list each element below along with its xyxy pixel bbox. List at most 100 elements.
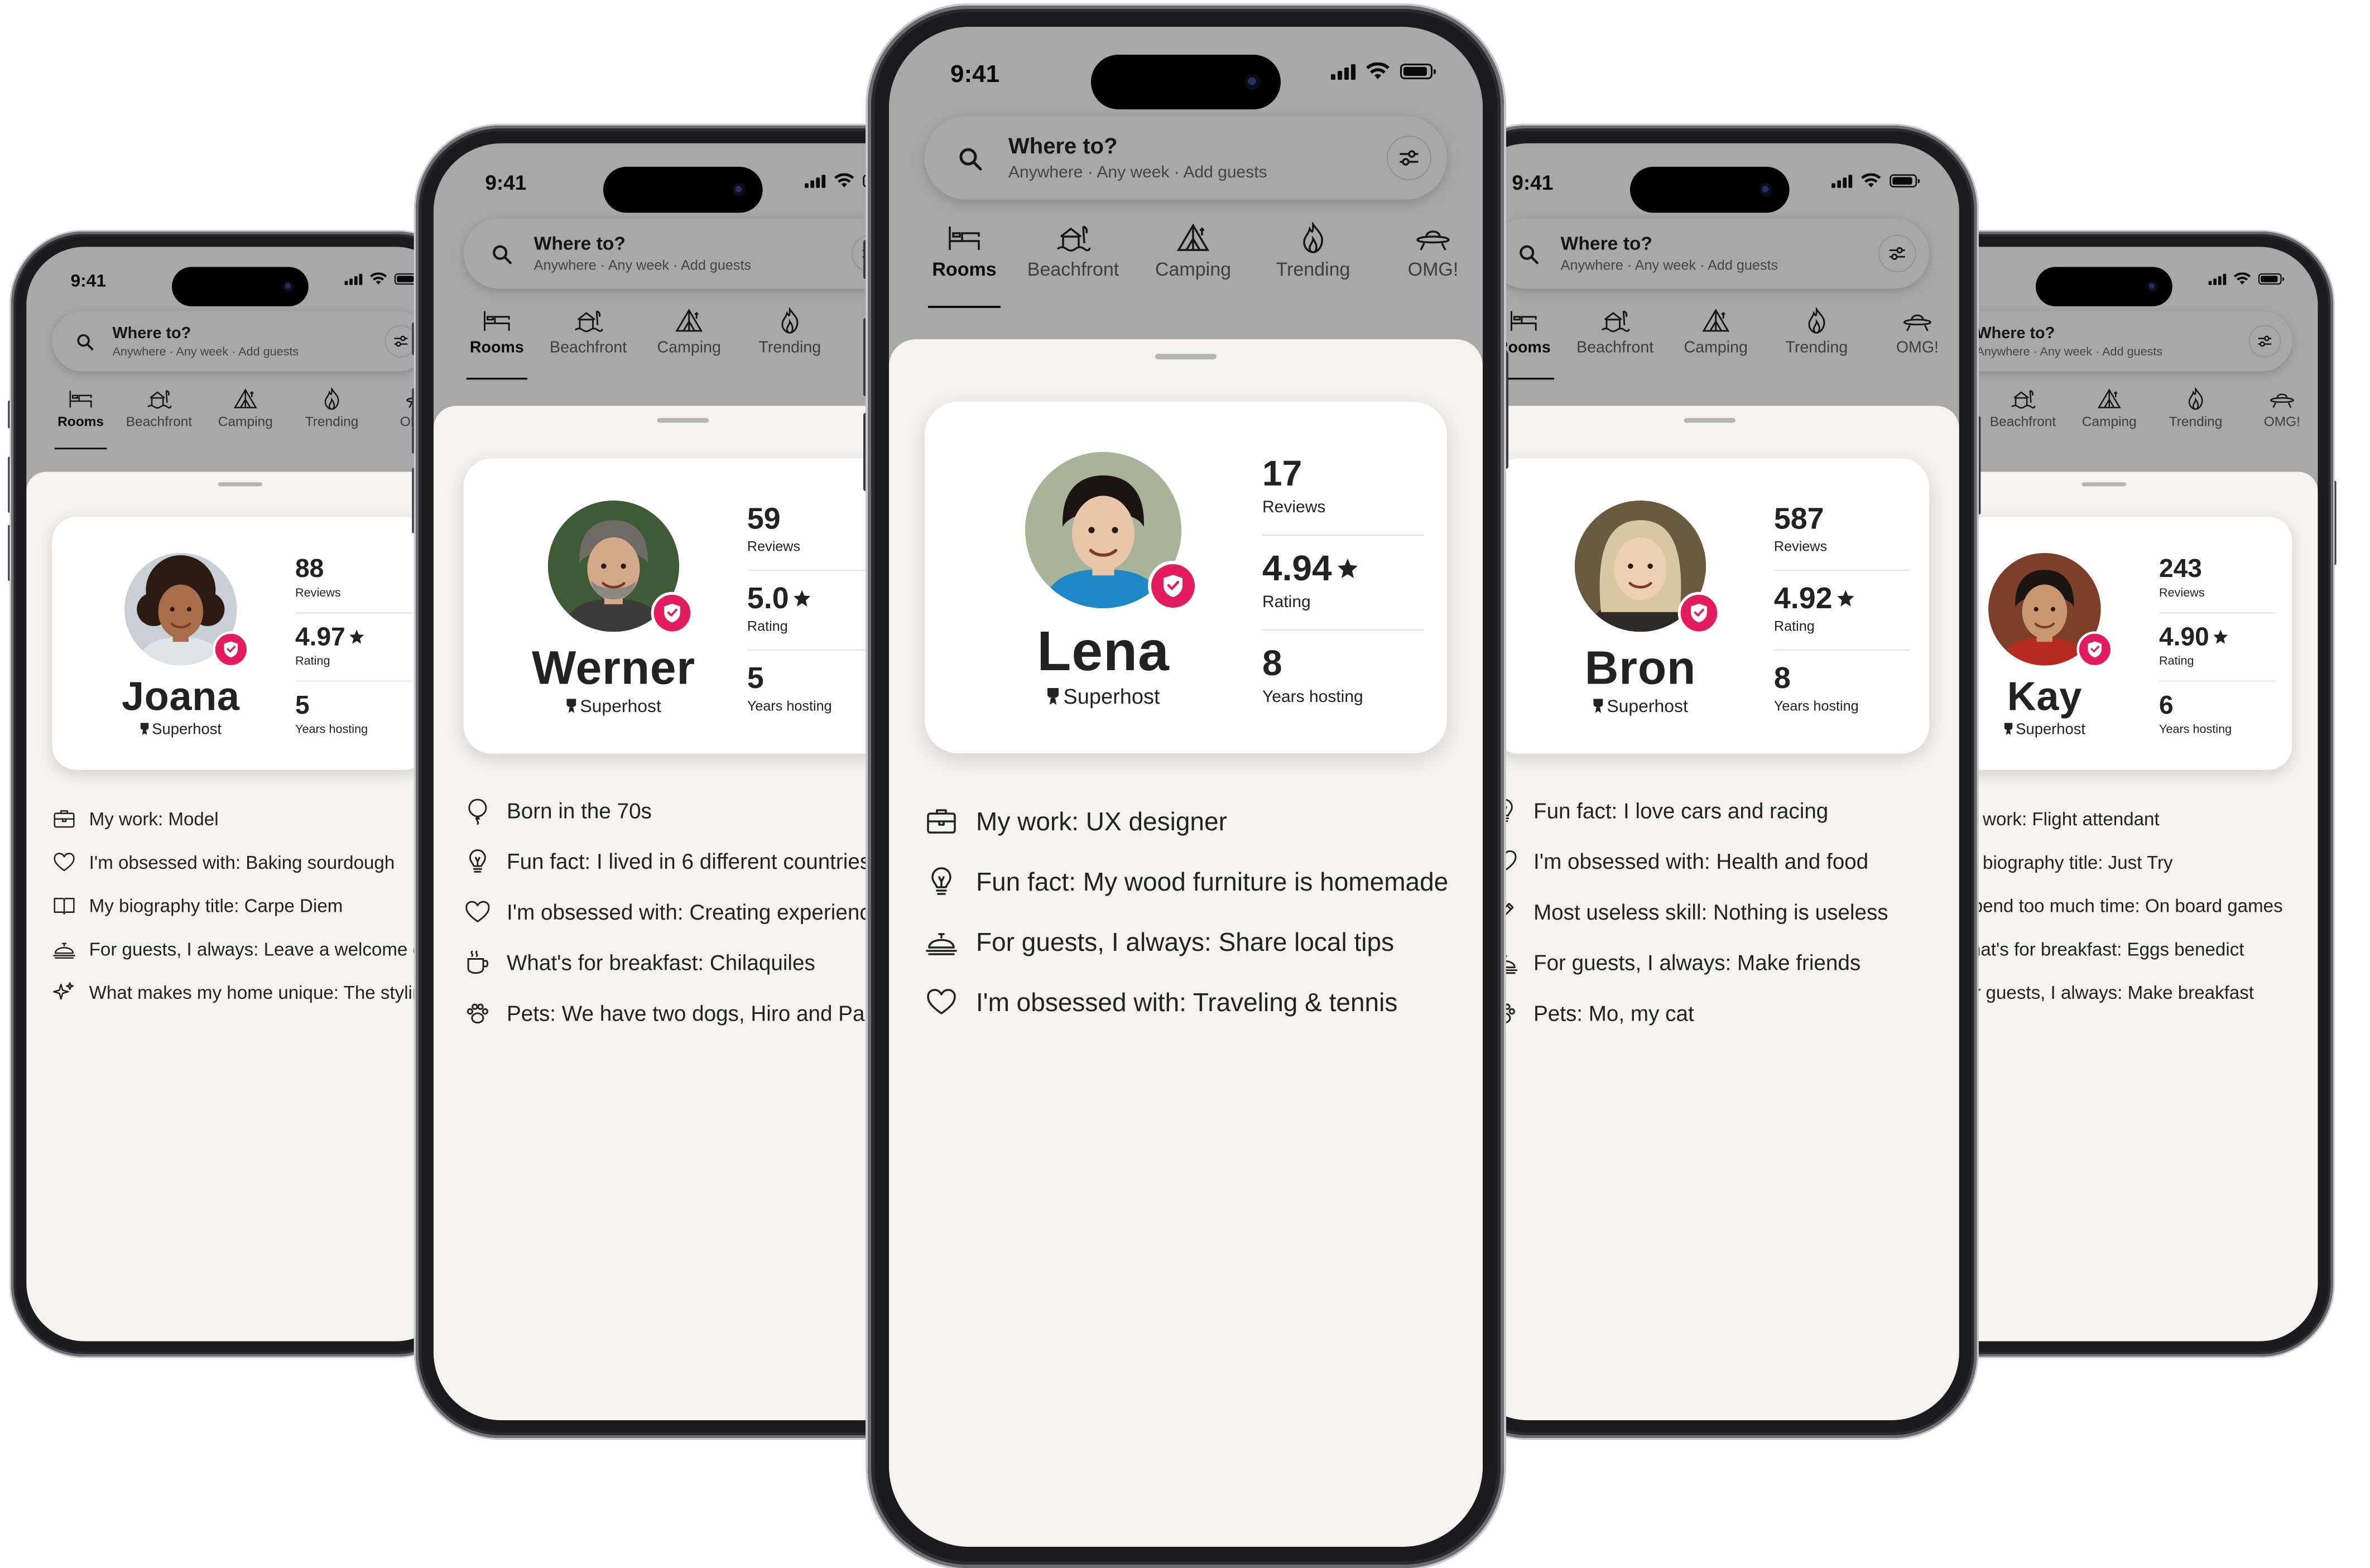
wifi-icon <box>834 173 854 187</box>
category-tab-trending[interactable]: Trending <box>2161 387 2229 430</box>
category-tab-camping[interactable]: Camping <box>2075 387 2143 430</box>
filters-button[interactable] <box>2248 325 2281 358</box>
category-tab-beachfront[interactable]: Beachfront <box>1989 387 2057 430</box>
category-tab-trending[interactable]: Trending <box>297 387 366 430</box>
search-title: Where to? <box>112 324 191 342</box>
phone-mockup-bron: 9:41 Where to? Anywhere · Any week · Add… <box>1439 126 1981 1438</box>
flame-icon <box>324 387 339 410</box>
search-bar[interactable]: Where to? Anywhere · Any week · Add gues… <box>463 218 902 289</box>
stat-value: 4.94 <box>1262 548 1424 588</box>
battery-icon <box>1400 64 1436 79</box>
host-fact-text: My work: Model <box>89 808 219 830</box>
host-fact-item: What's for breakfast: Chilaquiles <box>464 937 914 988</box>
host-fact-text: I'm obsessed with: Traveling & tennis <box>976 988 1398 1017</box>
filters-button[interactable] <box>1387 136 1431 180</box>
phone-screen: 9:41 <box>889 27 1483 1547</box>
search-bar[interactable]: Where to? Anywhere · Any week · Add gues… <box>52 311 429 372</box>
category-tab-rooms[interactable]: Rooms <box>917 222 1012 308</box>
camping-icon <box>233 388 257 408</box>
wifi-icon <box>1861 173 1881 187</box>
category-label: Rooms <box>57 413 104 430</box>
cellular-signal-icon <box>2208 273 2227 285</box>
beachfront-icon <box>574 310 603 333</box>
shield-icon <box>664 603 680 623</box>
host-fact-text: My work: UX designer <box>976 807 1227 836</box>
host-fact-item: For guests, I always: Leave a welcome gi <box>52 927 438 971</box>
food-cover-icon <box>925 925 958 959</box>
search-bar[interactable]: Where to? Anywhere · Any week · Add gues… <box>1490 218 1929 289</box>
status-time: 9:41 <box>485 171 527 195</box>
superhost-text: Superhost <box>1063 685 1160 709</box>
host-fact-item: I'm obsessed with: Baking sourdough <box>52 841 438 884</box>
status-time: 9:41 <box>1512 171 1554 195</box>
stat-caption: Years hosting <box>1773 698 1859 714</box>
host-fact-text: For guests, I always: Make breakfast <box>1953 982 2254 1003</box>
flame-icon <box>2188 387 2203 410</box>
category-tab-camping[interactable]: Camping <box>649 307 729 357</box>
stat-value: 8 <box>1773 661 1791 695</box>
sparkles-icon <box>52 980 76 1004</box>
category-tab-rooms[interactable]: Rooms <box>46 387 114 450</box>
sheet-grabber[interactable] <box>218 482 263 487</box>
stat-caption: Years hosting <box>295 722 368 736</box>
category-tab-trending[interactable]: Trending <box>750 307 830 357</box>
category-tab-camping[interactable]: Camping <box>1676 307 1756 357</box>
category-tab-omg[interactable]: OMG! <box>2248 387 2316 430</box>
category-tab-beachfront[interactable]: Beachfront <box>125 387 193 430</box>
stat-caption: Rating <box>2159 654 2194 668</box>
battery-icon <box>394 273 420 285</box>
stat-reviews: 587 Reviews <box>1773 491 1910 571</box>
host-fact-item: Born in the 70s <box>464 786 914 836</box>
host-card[interactable]: Lena Superhost 17 Reviews 4.94 Rating 8 <box>925 402 1447 753</box>
host-card[interactable]: Joana Superhost 88 Reviews 4.97 Rating 5 <box>52 517 429 770</box>
search-title: Where to? <box>1008 134 1118 158</box>
front-camera-icon <box>732 183 746 196</box>
rooms-icon <box>69 391 92 408</box>
flame-icon <box>1303 222 1323 253</box>
sheet-grabber[interactable] <box>1155 354 1217 359</box>
category-tab-camping[interactable]: Camping <box>1146 222 1241 281</box>
host-fact-text: What's for breakfast: Chilaquiles <box>506 950 815 975</box>
stat-value: 17 <box>1262 453 1302 493</box>
category-label: Beachfront <box>1576 338 1654 357</box>
host-card[interactable]: Werner Superhost 59 Reviews 5.0 Rating 5 <box>463 458 902 754</box>
category-tab-camping[interactable]: Camping <box>211 387 280 430</box>
phone-screen: 9:41 <box>26 247 454 1341</box>
stat-reviews: 59 Reviews <box>747 491 883 571</box>
sheet-grabber[interactable] <box>2081 482 2126 487</box>
superhost-badge-icon <box>213 631 249 668</box>
sheet-grabber[interactable] <box>657 418 709 423</box>
filters-button[interactable] <box>1878 234 1916 272</box>
host-facts-list: Born in the 70s Fun fact: I lived in 6 di… <box>464 786 914 1039</box>
stat-reviews: 17 Reviews <box>1262 441 1424 536</box>
host-fact-item: Pets: We have two dogs, Hiro and Pasqu <box>464 988 914 1039</box>
stat-value: 5.0 <box>747 581 883 615</box>
search-bar[interactable]: Where to? Anywhere · Any week · Add gues… <box>925 116 1447 200</box>
host-fact-item: My work: Model <box>52 797 438 841</box>
wifi-icon <box>1366 62 1390 79</box>
host-fact-text: I'm obsessed with: Creating experience <box>506 900 883 925</box>
category-tab-beachfront[interactable]: Beachfront <box>1575 307 1655 357</box>
stat-value: 8 <box>1262 643 1282 683</box>
category-label: Beachfront <box>1027 259 1119 280</box>
category-tab-rooms[interactable]: Rooms <box>457 307 537 380</box>
camping-icon <box>1176 223 1210 251</box>
category-tab-trending[interactable]: Trending <box>1266 222 1361 281</box>
cellular-signal-icon <box>805 174 826 188</box>
sheet-grabber[interactable] <box>1684 418 1736 423</box>
search-icon <box>493 245 512 264</box>
superhost-badge-icon <box>651 591 694 634</box>
category-tab-omg[interactable]: OMG! <box>1878 307 1958 357</box>
search-subtitle: Anywhere · Any week · Add guests <box>533 257 752 273</box>
host-card[interactable]: Bron Superhost 587 Reviews 4.92 Rating 8 <box>1490 458 1929 754</box>
sliders-icon <box>1400 150 1419 166</box>
camping-icon <box>1702 309 1730 332</box>
host-stats: 17 Reviews 4.94 Rating 8 Years hosting <box>1262 441 1424 725</box>
host-fact-text: Most useless skill: Nothing is useless <box>1533 900 1888 925</box>
status-bar: 9:41 <box>1460 166 1959 213</box>
category-tab-trending[interactable]: Trending <box>1777 307 1857 357</box>
category-tab-omg[interactable]: OMG! <box>1386 222 1480 281</box>
category-tab-beachfront[interactable]: Beachfront <box>1026 222 1121 281</box>
category-tab-beachfront[interactable]: Beachfront <box>549 307 628 357</box>
system-icons <box>344 272 420 285</box>
